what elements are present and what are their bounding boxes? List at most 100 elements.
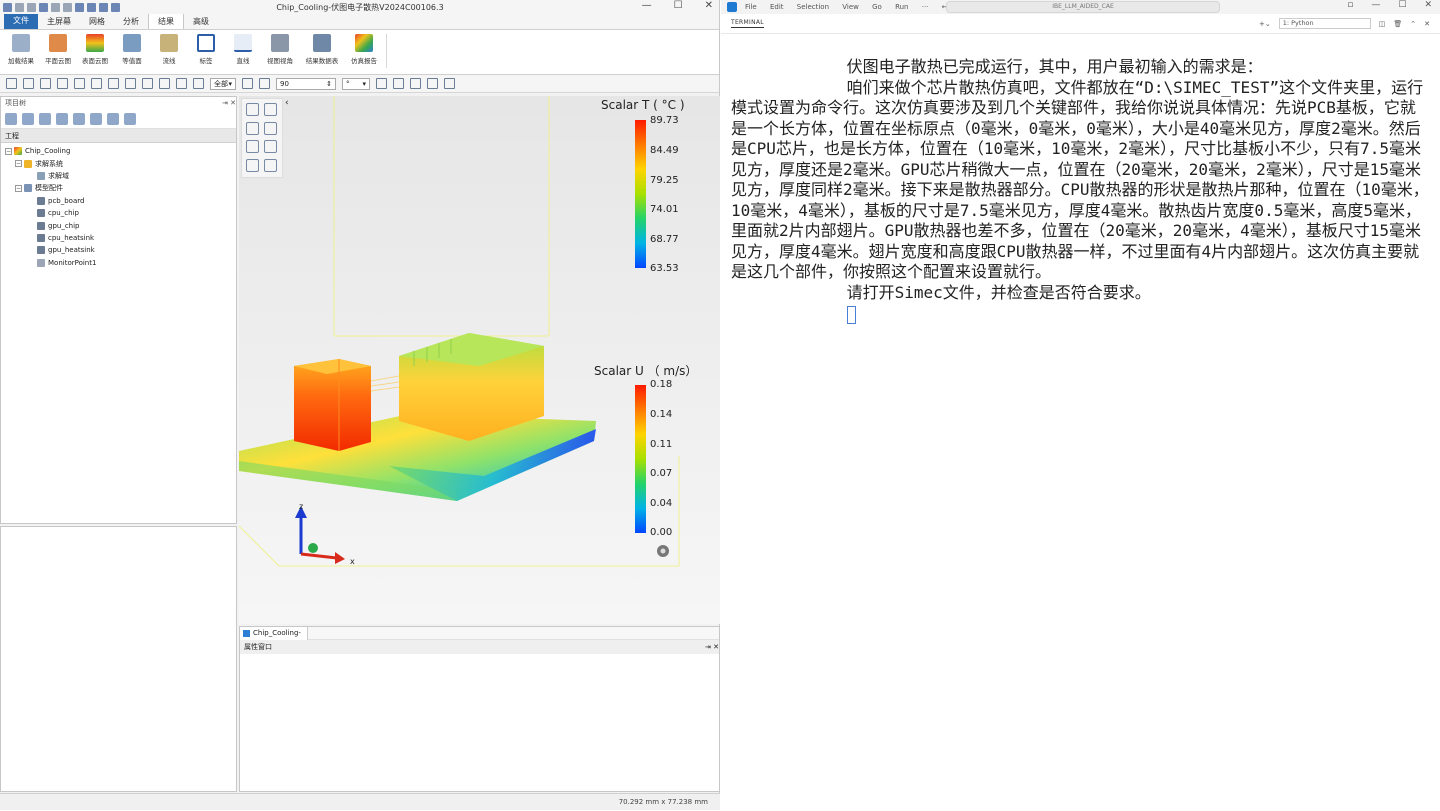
collapse-icon[interactable] (107, 112, 119, 125)
label-button[interactable]: 标签 (189, 34, 223, 74)
expand-icon[interactable] (90, 112, 102, 125)
upload-icon[interactable] (5, 112, 17, 125)
tab-analysis[interactable]: 分析 (114, 14, 148, 29)
plane-contour-button[interactable]: 平面云图 (41, 34, 75, 74)
download-icon[interactable] (22, 112, 34, 125)
component-icon (37, 209, 45, 218)
menu-edit[interactable]: Edit (770, 3, 784, 11)
tab-file[interactable]: 文件 (4, 12, 38, 29)
step-back-icon[interactable] (40, 78, 51, 89)
surface-icon[interactable] (264, 103, 277, 116)
isosurface-button[interactable]: 等值面 (115, 34, 149, 74)
velocity-colorbar (635, 385, 646, 533)
display-mode-icon[interactable] (125, 78, 136, 89)
close-panel-icon[interactable]: ✕ (1424, 20, 1430, 28)
menu-file[interactable]: File (745, 3, 757, 11)
label-tool-icon[interactable] (246, 140, 259, 153)
tree-item-root[interactable]: − Chip_Cooling (1, 145, 236, 157)
menu-go[interactable]: Go (872, 3, 882, 11)
tree-edit-icon[interactable] (73, 112, 85, 125)
3d-viewport[interactable]: z x ‹ Scalar T ( °C ) 89.73 84.49 79.25 … (239, 96, 720, 624)
terminal-output[interactable]: 伏图电子散热已完成运行，其中，用户最初输入的需求是： 咱们来做个芯片散热仿真吧，… (731, 57, 1431, 324)
terminal-tab[interactable]: TERMINAL (731, 19, 764, 28)
select-box-icon[interactable] (193, 78, 204, 89)
rotate-left-icon[interactable] (242, 78, 253, 89)
menu-run[interactable]: Run (895, 3, 908, 11)
tree-item-cpu-chip[interactable]: cpu_chip (1, 207, 236, 219)
tree-item-solver[interactable]: − 求解系统 (1, 157, 236, 169)
tab-advanced[interactable]: 高级 (184, 14, 218, 29)
screenshot-icon[interactable] (6, 78, 17, 89)
rotation-angle-input[interactable]: 90 ⇕ (276, 77, 336, 90)
probe-icon[interactable] (393, 78, 404, 89)
plane-icon[interactable] (246, 121, 259, 135)
temperature-tick: 74.01 (650, 204, 679, 215)
streamline-button[interactable]: 流线 (152, 34, 186, 74)
tree-item-domain[interactable]: 求解域 (1, 170, 236, 182)
view-settings-icon[interactable] (444, 78, 455, 89)
tree-item-monitor-point[interactable]: MonitorPoint1 (1, 257, 236, 269)
unit-select[interactable]: ° ▾ (342, 77, 370, 90)
settings-icon[interactable] (657, 545, 669, 557)
tab-home[interactable]: 主屏幕 (38, 14, 80, 29)
tab-chip-cooling[interactable]: Chip_Cooling- (240, 626, 308, 640)
home-icon[interactable] (39, 112, 51, 125)
table-tool-icon[interactable] (264, 158, 277, 172)
surface-contour-button[interactable]: 表面云图 (78, 34, 112, 74)
panel-pin-close-icons[interactable]: ⇥ ✕ (705, 643, 719, 651)
record-icon[interactable] (23, 78, 34, 89)
tab-results[interactable]: 结果 (148, 13, 184, 29)
menu-view[interactable]: View (842, 3, 859, 11)
report-button[interactable]: 仿真报告 (347, 34, 381, 74)
collapse-palette-icon[interactable]: ‹ (285, 98, 289, 108)
trash-icon[interactable]: 🗑 (1393, 20, 1402, 28)
line-tool-icon[interactable] (264, 140, 277, 153)
stop-icon[interactable] (74, 78, 85, 89)
list-icon[interactable] (124, 112, 136, 125)
split-terminal-icon[interactable]: ◫ (1379, 20, 1386, 28)
collapse-toggle-icon[interactable]: − (15, 160, 22, 168)
tree-item-gpu-chip[interactable]: gpu_chip (1, 219, 236, 231)
zoom-box-icon[interactable] (176, 78, 187, 89)
tree-item-gpu-heatsink[interactable]: gpu_heatsink (1, 244, 236, 256)
tab-mesh[interactable]: 网格 (80, 14, 114, 29)
add-terminal-icon[interactable]: +⌄ (1259, 20, 1271, 28)
maximize-icon[interactable]: ☐ (674, 0, 683, 11)
fit-view-icon[interactable] (159, 78, 170, 89)
isosurface-tool-icon[interactable] (264, 121, 277, 135)
collapse-toggle-icon[interactable]: − (5, 147, 12, 155)
view-angle-button[interactable]: 视图视角 (263, 34, 297, 74)
tree-item-label: 求解系统 (35, 159, 63, 168)
menu-more[interactable]: ··· (922, 3, 929, 11)
play-icon[interactable] (108, 78, 119, 89)
close-icon[interactable]: ✕ (1424, 0, 1432, 10)
search-icon[interactable] (376, 78, 387, 89)
minimize-icon[interactable]: — (1371, 0, 1380, 10)
menu-selection[interactable]: Selection (797, 3, 829, 11)
line-button[interactable]: 直线 (226, 34, 260, 74)
collapse-toggle-icon[interactable]: − (15, 184, 22, 192)
maximize-icon[interactable]: ☐ (1398, 0, 1406, 10)
first-frame-icon[interactable] (57, 78, 68, 89)
tree-filter-icon[interactable] (56, 112, 68, 125)
close-icon[interactable]: ✕ (705, 0, 713, 11)
minimize-icon[interactable]: — (642, 0, 652, 11)
rotate-right-icon[interactable] (259, 78, 270, 89)
view-tool-icon[interactable] (246, 158, 259, 172)
load-results-button[interactable]: 加载结果 (4, 34, 38, 74)
panel-pin-close-icons[interactable]: ⇥ ✕ (222, 99, 236, 107)
results-table-button[interactable]: 结果数据表 (300, 34, 344, 74)
tree-item-parts[interactable]: − 模型配件 (1, 182, 236, 194)
pointer-icon[interactable] (246, 103, 259, 116)
layout-icon[interactable]: ▫ (1347, 0, 1353, 10)
copy-view-icon[interactable] (410, 78, 421, 89)
axis-icon[interactable] (142, 78, 153, 89)
tree-item-pcb-board[interactable]: pcb_board (1, 195, 236, 207)
tree-item-cpu-heatsink[interactable]: cpu_heatsink (1, 232, 236, 244)
last-frame-icon[interactable] (91, 78, 102, 89)
view-select[interactable]: 全部 ▾ (210, 77, 236, 90)
paste-view-icon[interactable] (427, 78, 438, 89)
terminal-select[interactable]: 1: Python (1278, 18, 1371, 29)
chevron-up-icon[interactable]: ⌃ (1410, 20, 1416, 28)
command-center-search[interactable]: IBE_LLM_AIDED_CAE (946, 1, 1220, 13)
